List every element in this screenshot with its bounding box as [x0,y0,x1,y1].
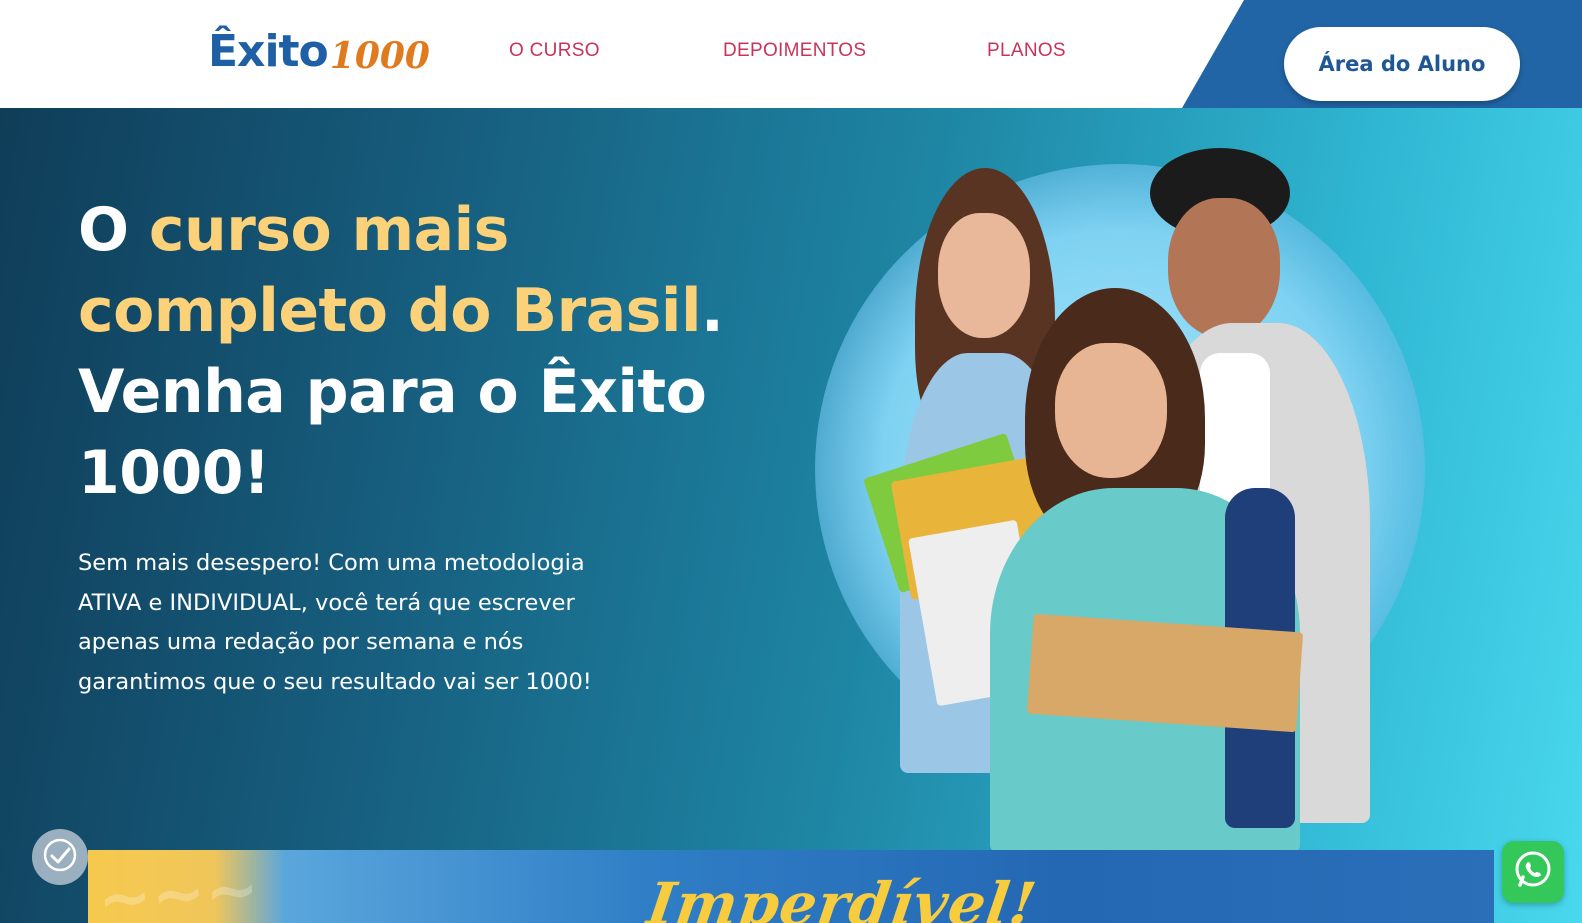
logo-word: Êxito [208,26,329,77]
headline-part-1: O [78,195,149,265]
logo-number: 1000 [329,35,430,77]
students-photo [800,148,1440,853]
nav-link-planos[interactable]: PLANOS [987,40,1066,62]
accessibility-button[interactable] [32,829,88,885]
hero-headline: O curso mais completo do Brasil. Venha p… [78,190,778,514]
accessibility-toggle-icon [43,838,77,876]
whatsapp-icon [1512,849,1554,895]
headline-highlight: curso mais completo do Brasil [78,195,702,346]
hero-description: Sem mais desespero! Com uma metodologia … [78,550,592,695]
student-area-button[interactable]: Área do Aluno [1284,27,1520,101]
banner-title: Imperdível! [643,870,1041,923]
nav-link-depoimentos[interactable]: DEPOIMENTOS [723,40,866,62]
banner-ghost-text: ~~~ [95,852,262,923]
student-center [980,288,1310,853]
promo-banner[interactable]: ~~~ Imperdível! [88,850,1494,923]
hero-section: O curso mais completo do Brasil. Venha p… [0,108,1582,923]
whatsapp-button[interactable] [1502,841,1564,903]
site-header: Êxito 1000 O CURSO DEPOIMENTOS PLANOS Ár… [0,0,1582,108]
nav-link-o-curso[interactable]: O CURSO [509,40,600,62]
brand-logo[interactable]: Êxito 1000 [208,22,430,77]
